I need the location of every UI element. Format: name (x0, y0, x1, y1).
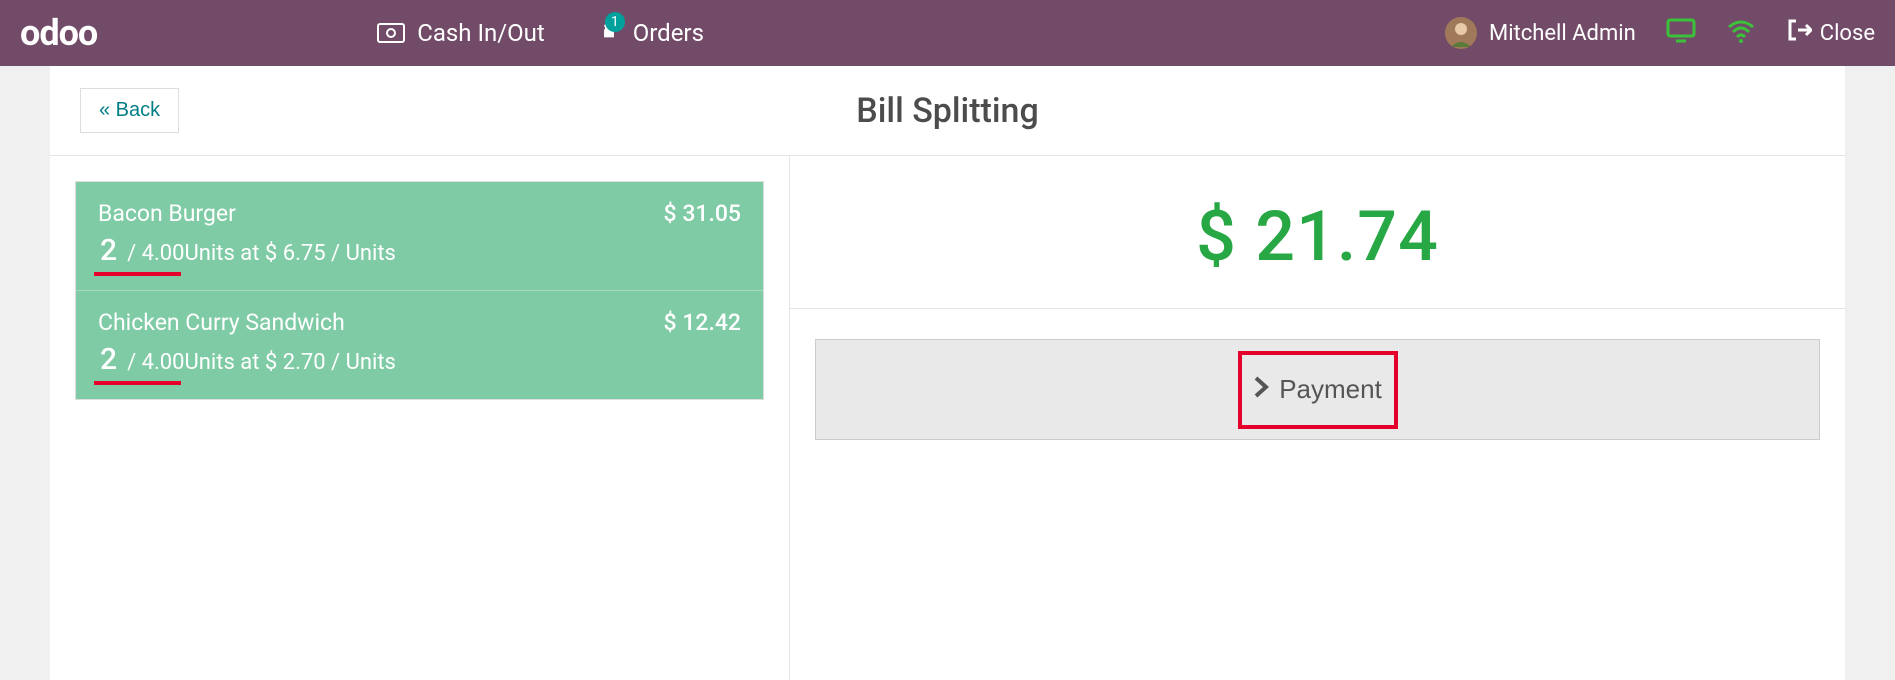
user-menu[interactable]: Mitchell Admin (1445, 17, 1636, 49)
wifi-icon[interactable] (1726, 19, 1756, 47)
payment-button-wrap: Payment (815, 339, 1820, 440)
line-name: Chicken Curry Sandwich (98, 309, 741, 336)
line-price: $ 31.05 (664, 200, 741, 227)
order-line[interactable]: Chicken Curry Sandwich $ 12.42 2 / 4.00U… (76, 290, 763, 399)
order-line[interactable]: Bacon Burger $ 31.05 2 / 4.00Units at $ … (76, 182, 763, 290)
line-detail: / 4.00Units at $ 6.75 / Units (127, 241, 396, 266)
monitor-icon[interactable] (1666, 18, 1696, 48)
cash-icon (377, 23, 405, 43)
cash-label: Cash In/Out (417, 19, 545, 47)
avatar (1445, 17, 1477, 49)
logout-icon (1786, 17, 1812, 49)
payment-button[interactable]: Payment (815, 339, 1820, 440)
line-detail: / 4.00Units at $ 2.70 / Units (127, 350, 396, 375)
orders-badge: 1 (605, 12, 625, 32)
annotation-underline (94, 381, 181, 385)
split-total: $ 21.74 (790, 156, 1845, 309)
user-name: Mitchell Admin (1489, 21, 1636, 46)
line-name: Bacon Burger (98, 200, 741, 227)
nav-right: Mitchell Admin Close (1445, 17, 1875, 49)
summary-panel: $ 21.74 Payment (790, 156, 1845, 680)
orders-button[interactable]: 1 Orders (595, 19, 704, 47)
main-area: Bacon Burger $ 31.05 2 / 4.00Units at $ … (50, 156, 1845, 680)
chevron-right-icon (1253, 374, 1269, 405)
line-price: $ 12.42 (664, 309, 741, 336)
payment-label: Payment (1279, 374, 1382, 405)
logo[interactable]: odoo (20, 12, 97, 54)
top-navbar: odoo Cash In/Out 1 Orders Mitchell Admin (0, 0, 1895, 66)
line-qty-row: 2 / 4.00Units at $ 6.75 / Units (98, 233, 741, 268)
close-label: Close (1820, 21, 1875, 46)
nav-center: Cash In/Out 1 Orders (377, 19, 704, 47)
tag-icon: 1 (595, 20, 621, 46)
order-card: Bacon Burger $ 31.05 2 / 4.00Units at $ … (75, 181, 764, 400)
cash-in-out-button[interactable]: Cash In/Out (377, 19, 545, 47)
orders-label: Orders (633, 19, 704, 47)
line-qty: 2 (98, 233, 119, 268)
back-button[interactable]: « Back (80, 88, 179, 133)
annotation-underline (94, 272, 181, 276)
close-button[interactable]: Close (1786, 17, 1875, 49)
line-qty-row: 2 / 4.00Units at $ 2.70 / Units (98, 342, 741, 377)
subheader: « Back Bill Splitting (50, 66, 1845, 156)
page-title: Bill Splitting (856, 91, 1038, 131)
order-panel: Bacon Burger $ 31.05 2 / 4.00Units at $ … (50, 156, 790, 680)
line-qty: 2 (98, 342, 119, 377)
